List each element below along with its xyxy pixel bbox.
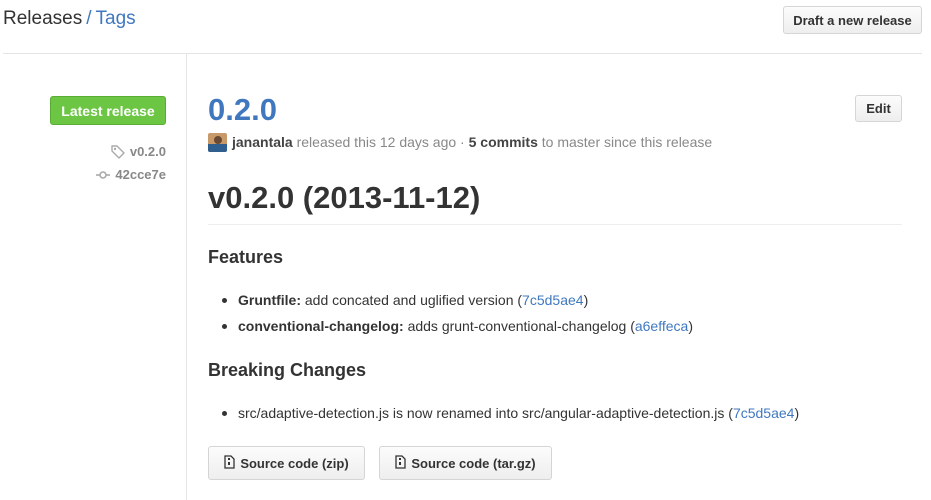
breaking-changes-list: src/adaptive-detection.js is now renamed… (220, 400, 799, 426)
download-targz-button[interactable]: Source code (tar.gz) (379, 446, 552, 480)
breadcrumb-tags-link[interactable]: Tags (96, 8, 136, 29)
features-heading: Features (208, 247, 284, 267)
commit-label: 42cce7e (115, 167, 166, 182)
commits-link[interactable]: 5 commits (469, 134, 538, 150)
list-item: conventional-changelog: adds grunt-conve… (220, 313, 693, 339)
release-byline: janantala released this 12 days ago · 5 … (208, 132, 712, 152)
features-list: Gruntfile: add concated and uglified ver… (220, 287, 693, 339)
page-header: Releases / Tags Draft a new release (0, 0, 931, 54)
file-zip-icon (395, 454, 407, 472)
release-notes-title: v0.2.0 (2013-11-12) (208, 180, 481, 215)
timeline-divider (186, 54, 187, 500)
commit-hash-link[interactable]: 7c5d5ae4 (733, 405, 795, 421)
breadcrumb-separator: / (86, 8, 92, 29)
download-targz-label: Source code (tar.gz) (411, 455, 536, 471)
commit-icon (96, 170, 111, 180)
tag-icon (111, 144, 125, 159)
released-text: released this 12 days ago (296, 134, 457, 150)
commit-hash-link[interactable]: a6effeca (635, 318, 688, 334)
header-divider (3, 53, 922, 54)
release-tag-link[interactable]: v0.2.0 (111, 144, 166, 159)
release-commit-link[interactable]: 42cce7e (96, 167, 166, 182)
commit-hash-link[interactable]: 7c5d5ae4 (522, 292, 584, 308)
list-item: Gruntfile: add concated and uglified ver… (220, 287, 693, 313)
latest-release-badge: Latest release (50, 96, 166, 125)
download-zip-label: Source code (zip) (240, 455, 349, 471)
draft-new-release-button[interactable]: Draft a new release (783, 6, 922, 34)
tag-label: v0.2.0 (129, 144, 166, 159)
file-zip-icon (224, 454, 235, 472)
author-link[interactable]: janantala (232, 134, 293, 150)
breadcrumb-releases: Releases (3, 8, 83, 29)
list-item: src/adaptive-detection.js is now renamed… (220, 400, 799, 426)
edit-button[interactable]: Edit (855, 95, 902, 122)
notes-title-rule (208, 224, 902, 225)
since-text: to master since this release (541, 134, 713, 150)
release-title[interactable]: 0.2.0 (208, 92, 277, 128)
download-zip-button[interactable]: Source code (zip) (208, 446, 365, 480)
avatar[interactable] (208, 132, 227, 152)
breaking-changes-heading: Breaking Changes (208, 360, 367, 380)
breadcrumb: Releases / Tags (3, 8, 136, 30)
